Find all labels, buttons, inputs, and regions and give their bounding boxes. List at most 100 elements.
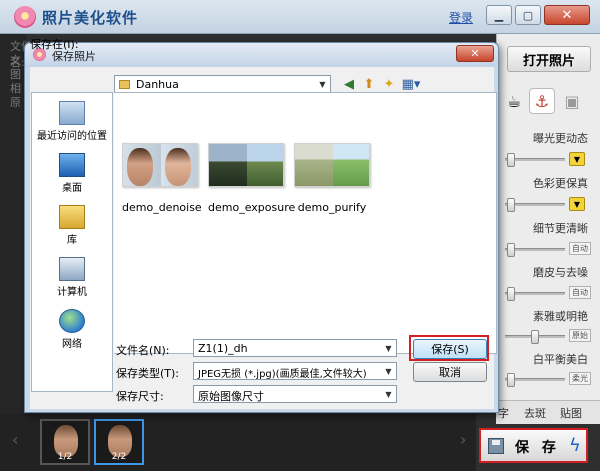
whitebalance-mode-button[interactable]: 柔光: [569, 372, 591, 385]
new-folder-icon[interactable]: ✦: [380, 75, 398, 93]
recent-places-icon: [59, 101, 85, 125]
file-item[interactable]: demo_denoise: [122, 143, 202, 214]
prev-arrow-icon[interactable]: ‹: [12, 430, 18, 449]
filetype-label: 保存类型(T):: [116, 367, 180, 380]
thumbnail-2[interactable]: 2/2: [94, 419, 144, 465]
adjust-label-color: 色彩更保真: [533, 177, 588, 190]
smooth-slider-thumb[interactable]: [507, 287, 515, 301]
maximize-icon: ▢: [522, 8, 534, 22]
app-titlebar: 照片美化软件 登录 ▁ ▢ ✕: [0, 0, 600, 34]
close-button[interactable]: ✕: [544, 5, 590, 25]
place-network[interactable]: 网络: [32, 309, 112, 350]
dialog-save-button[interactable]: 保存(S): [413, 339, 487, 359]
tone-mode-button[interactable]: 原始: [569, 329, 591, 342]
color-slider[interactable]: [505, 198, 565, 212]
file-thumbnail: [208, 143, 284, 187]
save-main-label: 保 存: [515, 440, 560, 456]
exposure-dropdown-icon[interactable]: ▼: [569, 152, 585, 166]
whitebalance-slider-thumb[interactable]: [507, 373, 515, 387]
size-select[interactable]: 原始图像尺寸 ▼: [193, 385, 397, 403]
place-recent[interactable]: 最近访问的位置: [32, 101, 112, 142]
place-label: 库: [67, 235, 77, 246]
login-link[interactable]: 登录: [449, 9, 473, 26]
filetype-value: JPEG无损 (*.jpg)(画质最佳,文件较大): [198, 369, 367, 380]
save-in-select[interactable]: Danhua ▼: [114, 75, 331, 93]
mode-icons: ☕ ⚓ ▣: [501, 88, 597, 116]
up-folder-icon[interactable]: ⬆: [360, 75, 378, 93]
save-main-button[interactable]: 保 存 ϟ: [479, 428, 588, 463]
adjust-label-tone: 素雅或明艳: [533, 310, 588, 323]
detail-slider-thumb[interactable]: [507, 243, 515, 257]
back-icon[interactable]: ◀: [340, 75, 358, 93]
file-name: demo_exposure: [208, 201, 296, 214]
file-item[interactable]: demo_exposure: [208, 143, 295, 214]
file-thumbnail: [122, 143, 198, 187]
frames-icon[interactable]: ▣: [559, 88, 585, 114]
filename-label: 文件名(N):: [116, 344, 170, 357]
size-label: 保存尺寸:: [116, 390, 164, 403]
view-menu-icon[interactable]: ▦▾: [400, 75, 422, 93]
color-slider-thumb[interactable]: [507, 198, 515, 212]
adjust-label-smooth: 磨皮与去噪: [533, 266, 588, 279]
file-list: demo_denoise demo_exposure demo_purify: [114, 92, 497, 354]
place-label: 最近访问的位置: [37, 131, 107, 142]
places-bar: 最近访问的位置 桌面 库 计算机 网络: [31, 92, 113, 392]
chevron-down-icon: ▼: [315, 76, 330, 92]
dialog-close-button[interactable]: ✕: [456, 45, 494, 62]
flower-logo-icon: [14, 6, 36, 28]
adjust-label-exposure: 曝光更动态: [533, 132, 588, 145]
detail-slider[interactable]: [505, 243, 565, 257]
anchor-icon[interactable]: ⚓: [529, 88, 555, 114]
maximize-button[interactable]: ▢: [515, 5, 541, 25]
cup-icon[interactable]: ☕: [501, 88, 527, 114]
tab-stickers[interactable]: 贴图: [560, 405, 582, 421]
network-icon: [59, 309, 85, 333]
exposure-slider-thumb[interactable]: [507, 153, 515, 167]
adjust-label-detail: 细节更清晰: [533, 222, 588, 235]
place-label: 计算机: [57, 287, 87, 298]
place-computer[interactable]: 计算机: [32, 257, 112, 298]
minimize-icon: ▁: [494, 8, 504, 22]
chevron-down-icon: ▼: [381, 363, 396, 379]
file-item[interactable]: demo_purify: [294, 143, 370, 214]
info-panel: 文件名:1.jpg 文 图 相 原: [0, 34, 52, 414]
exposure-slider[interactable]: [505, 153, 565, 167]
filename-input[interactable]: Z1(1)_dh ▼: [193, 339, 397, 357]
save-in-label: 保存在(I):: [30, 38, 79, 51]
thumbnail-strip: ‹ 1/2 2/2 ›: [0, 414, 476, 471]
info-text-4: 原: [10, 96, 21, 109]
filetype-select[interactable]: JPEG无损 (*.jpg)(画质最佳,文件较大) ▼: [193, 362, 397, 380]
adjustment-panel: 打开照片 ☕ ⚓ ▣ 曝光更动态 ▼ 色彩更保真 ▼ 细节更清晰 自动 磨皮与去…: [496, 34, 600, 424]
filename-value: Z1(1)_dh: [198, 342, 248, 355]
color-dropdown-icon[interactable]: ▼: [569, 197, 585, 211]
adjust-label-whitebalance: 白平衡美白: [533, 353, 588, 366]
dialog-cancel-button[interactable]: 取消: [413, 362, 487, 382]
minimize-button[interactable]: ▁: [486, 5, 512, 25]
size-value: 原始图像尺寸: [198, 390, 264, 403]
detail-auto-button[interactable]: 自动: [569, 242, 591, 255]
open-photo-button[interactable]: 打开照片: [507, 46, 591, 72]
disk-icon: [488, 438, 504, 454]
feature-tabs: 字 去斑 贴图: [496, 400, 600, 424]
desktop-icon: [59, 153, 85, 177]
thumbnail-1[interactable]: 1/2: [40, 419, 90, 465]
tone-slider-thumb[interactable]: [531, 330, 539, 344]
tone-slider[interactable]: [505, 330, 565, 344]
save-in-value: Danhua: [136, 78, 179, 91]
place-label: 桌面: [62, 183, 82, 194]
thumbnail-count: 1/2: [57, 452, 73, 462]
thumbnail-count: 2/2: [111, 452, 127, 462]
whitebalance-slider[interactable]: [505, 373, 565, 387]
smooth-auto-button[interactable]: 自动: [569, 286, 591, 299]
place-desktop[interactable]: 桌面: [32, 153, 112, 194]
tab-text[interactable]: 字: [498, 405, 509, 421]
next-arrow-icon[interactable]: ›: [460, 430, 466, 449]
smooth-slider[interactable]: [505, 287, 565, 301]
chevron-down-icon: ▼: [381, 386, 396, 402]
place-library[interactable]: 库: [32, 205, 112, 246]
tab-remove-spots[interactable]: 去斑: [524, 405, 546, 421]
file-name: demo_purify: [297, 201, 367, 214]
place-label: 网络: [62, 339, 82, 350]
lightning-icon[interactable]: ϟ: [569, 435, 581, 456]
folder-icon: [119, 80, 130, 89]
